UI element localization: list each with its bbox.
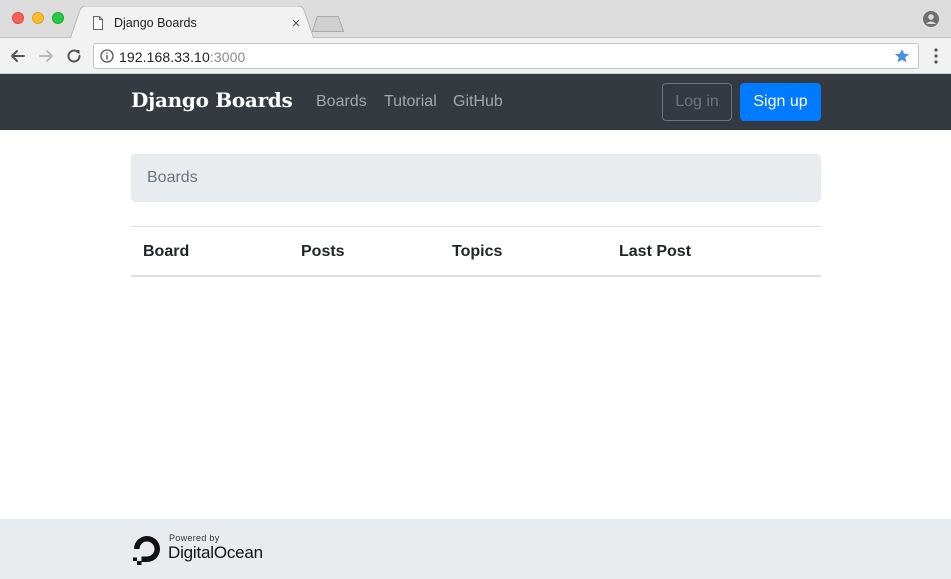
profile-icon[interactable] [923,11,939,27]
breadcrumb-item-boards: Boards [147,169,198,186]
reload-icon[interactable] [64,46,84,66]
digitalocean-name[interactable]: DigitalOcean [168,543,263,563]
new-tab-button[interactable] [312,16,344,32]
back-arrow-icon[interactable] [8,46,28,66]
site-footer: Powered by DigitalOcean [0,519,951,579]
url-host: 192.168.33.10 [119,49,210,65]
site-info-icon[interactable] [100,49,114,63]
browser-titlebar: Django Boards × [0,0,951,39]
url-text[interactable]: 192.168.33.10:3000 [119,49,245,65]
window-minimize-button[interactable] [32,12,44,24]
column-header-last-post: Last Post [619,243,692,260]
column-header-topics: Topics [452,243,503,260]
address-bar[interactable]: 192.168.33.10:3000 [93,43,919,69]
active-tab-content[interactable]: Django Boards × [84,8,308,38]
powered-by-text: Powered by [169,533,220,543]
tab-close-icon[interactable]: × [288,15,304,32]
browser-toolbar: 192.168.33.10:3000 [0,38,951,74]
nav-link-boards[interactable]: Boards [316,93,367,111]
window-zoom-button[interactable] [52,12,64,24]
boards-table: Board Posts Topics Last Post [131,226,821,277]
site-navbar: Django Boards Boards Tutorial GitHub Log… [0,74,951,130]
url-port: :3000 [209,49,246,65]
column-header-board: Board [143,243,190,260]
forward-arrow-icon[interactable] [36,46,56,66]
window-close-button[interactable] [12,12,24,24]
brand-logo[interactable]: Django Boards [131,88,293,112]
digitalocean-logo-icon[interactable] [131,533,163,565]
column-header-posts: Posts [301,243,345,260]
nav-link-tutorial[interactable]: Tutorial [384,93,437,111]
breadcrumb: Boards [131,154,821,202]
nav-link-github[interactable]: GitHub [453,93,503,111]
login-button[interactable]: Log in [662,83,732,121]
tab-title: Django Boards [114,16,197,30]
bookmark-star-icon[interactable] [894,48,910,64]
signup-button[interactable]: Sign up [740,83,821,121]
browser-menu-icon[interactable] [933,48,939,64]
document-icon [93,16,103,30]
